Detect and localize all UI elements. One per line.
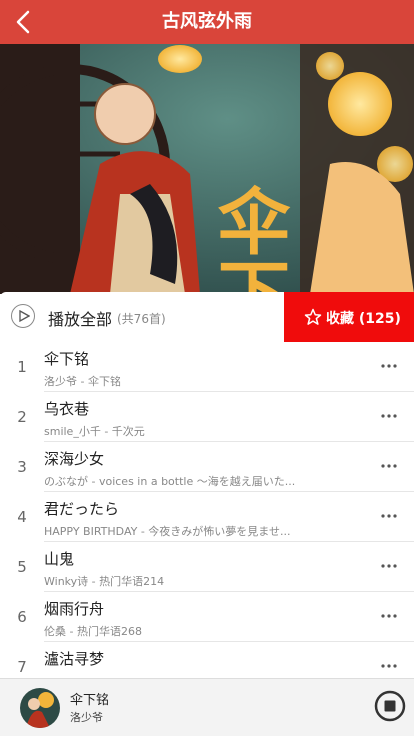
song-subtitle: 伦桑 - 热门华语268 <box>44 625 142 638</box>
song-title: 瀘沽寻梦 <box>44 650 105 668</box>
song-row[interactable]: 5 山鬼 Winky诗 - 热门华语214 <box>0 542 414 592</box>
now-playing-artist: 洛少爷 <box>70 711 103 724</box>
song-row[interactable]: 3 深海少女 のぶなが - voices in a bottle ～海を越え届い… <box>0 442 414 492</box>
mini-player[interactable]: 伞下铭 洛少爷 <box>0 678 414 736</box>
song-row[interactable]: 6 烟雨行舟 伦桑 - 热门华语268 <box>0 592 414 642</box>
more-options-icon[interactable] <box>380 406 398 426</box>
app-header: 古风弦外雨 <box>0 0 414 44</box>
collect-label: 收藏 (125) <box>326 311 401 327</box>
song-index: 3 <box>17 458 27 476</box>
now-playing-cover <box>20 688 60 728</box>
song-title: 山鬼 <box>44 550 75 568</box>
more-options-icon[interactable] <box>380 606 398 626</box>
more-options-icon[interactable] <box>380 656 398 676</box>
cover-calligraphy: 伞下铭 <box>206 184 291 294</box>
song-title: 乌衣巷 <box>44 400 90 418</box>
now-playing-title: 伞下铭 <box>70 693 110 708</box>
song-index: 2 <box>17 408 27 426</box>
song-index: 6 <box>17 608 27 626</box>
song-index: 5 <box>17 558 27 576</box>
song-title: 烟雨行舟 <box>44 600 105 618</box>
collect-button[interactable]: 收藏 (125) <box>284 292 414 342</box>
cover-illustration: 伞下铭 <box>0 44 414 294</box>
play-all-icon[interactable] <box>11 304 35 328</box>
song-title: 深海少女 <box>44 450 105 468</box>
playlist-cover-art: 伞下铭 <box>0 44 414 294</box>
song-index: 1 <box>17 358 27 376</box>
song-list: 1 伞下铭 洛少爷 - 伞下铭 2 乌衣巷 smile_小千 - 千次元 3 深… <box>0 342 414 678</box>
more-options-icon[interactable] <box>380 556 398 576</box>
song-title: 伞下铭 <box>44 350 90 368</box>
song-subtitle: Winky诗 - 热门华语214 <box>44 575 165 588</box>
song-subtitle: のぶなが - voices in a bottle ～海を越え届いた... <box>44 475 296 488</box>
star-icon <box>304 308 322 325</box>
track-count: (共76首) <box>117 312 166 326</box>
song-row[interactable]: 1 伞下铭 洛少爷 - 伞下铭 <box>0 342 414 392</box>
song-row[interactable]: 2 乌衣巷 smile_小千 - 千次元 <box>0 392 414 442</box>
song-row[interactable]: 4 君だったら HAPPY BIRTHDAY - 今夜きみが怖い夢を見ませ... <box>0 492 414 542</box>
song-subtitle: 洛少爷 - 伞下铭 <box>44 375 121 388</box>
play-all-bar: 播放全部 (共76首) 收藏 (125) <box>0 292 414 342</box>
song-title: 君だったら <box>44 500 120 518</box>
song-index: 4 <box>17 508 27 526</box>
more-options-icon[interactable] <box>380 356 398 376</box>
stop-icon[interactable] <box>374 690 406 722</box>
more-options-icon[interactable] <box>380 506 398 526</box>
page-title: 古风弦外雨 <box>162 11 252 32</box>
more-options-icon[interactable] <box>380 456 398 476</box>
song-index: 7 <box>17 658 27 676</box>
play-all-button[interactable]: 播放全部 <box>48 306 112 330</box>
song-row[interactable]: 7 瀘沽寻梦 <box>0 642 414 678</box>
song-subtitle: smile_小千 - 千次元 <box>44 425 145 438</box>
song-subtitle: HAPPY BIRTHDAY - 今夜きみが怖い夢を見ませ... <box>44 525 291 538</box>
